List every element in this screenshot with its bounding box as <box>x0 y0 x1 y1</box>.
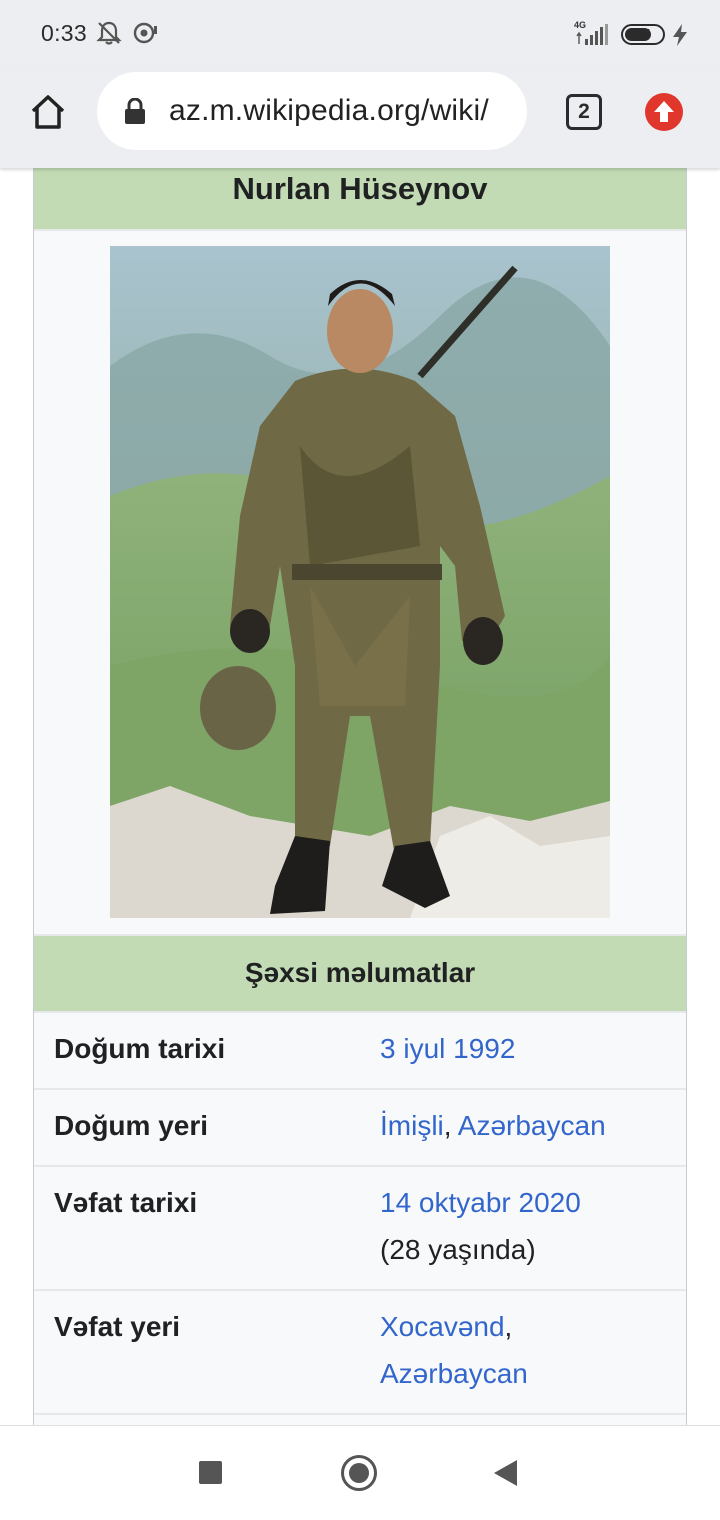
row-value: Xocavənd, Azərbaycan <box>380 1303 528 1397</box>
update-icon[interactable] <box>645 93 683 131</box>
age-note: (28 yaşında) <box>380 1234 536 1265</box>
birth-date-link[interactable]: 3 iyul 1992 <box>380 1033 515 1064</box>
row-label: Vəfat tarixi <box>54 1187 198 1218</box>
status-time: 0:33 <box>41 20 87 46</box>
row-value: 14 oktyabr 2020 (28 yaşında) <box>380 1179 581 1273</box>
battery-level: 65 <box>635 26 651 41</box>
notification-dot-icon <box>132 20 158 51</box>
infobox: Nurlan Hüseynov Şəxsi məlumatlar Doğum t… <box>33 168 687 1425</box>
info-row-birth-date: Doğum tarixi 3 iyul 1992 <box>34 1013 686 1090</box>
signal-icon <box>576 24 610 51</box>
recents-button[interactable] <box>199 1461 222 1484</box>
home-button[interactable] <box>341 1455 377 1491</box>
tabs-icon[interactable]: 2 <box>566 94 602 130</box>
death-place-country-link[interactable]: Azərbaycan <box>380 1358 528 1389</box>
address-bar[interactable]: az.m.wikipedia.org/wiki/ <box>97 72 527 150</box>
browser-toolbar: az.m.wikipedia.org/wiki/ 2 <box>0 66 720 168</box>
separator: , <box>504 1311 513 1342</box>
info-row-birth-place: Doğum yeri İmişli, Azərbaycan <box>34 1090 686 1167</box>
info-row-death-date: Vəfat tarixi 14 oktyabr 2020 (28 yaşında… <box>34 1167 686 1291</box>
row-value: 3 iyul 1992 <box>380 1025 515 1072</box>
portrait-photo[interactable] <box>110 246 610 918</box>
home-icon[interactable] <box>28 92 68 132</box>
birth-place-country-link[interactable]: Azərbaycan <box>458 1110 606 1141</box>
row-value: İmişli, Azərbaycan <box>380 1102 606 1149</box>
death-date-link[interactable]: 14 oktyabr 2020 <box>380 1187 581 1218</box>
row-label: Doğum yeri <box>54 1110 209 1141</box>
back-button[interactable] <box>494 1460 517 1486</box>
death-place-district-link[interactable]: Xocavənd <box>380 1311 505 1342</box>
lock-icon <box>125 97 145 124</box>
mute-notifications-icon <box>96 20 122 51</box>
info-row-death-place: Vəfat yeri Xocavənd, Azərbaycan <box>34 1291 686 1415</box>
infobox-title: Nurlan Hüseynov <box>34 168 686 231</box>
section-header: Şəxsi məlumatlar <box>34 936 686 1013</box>
photo-cell <box>34 231 686 936</box>
birth-place-city-link[interactable]: İmişli <box>380 1110 444 1141</box>
status-bar: 0:33 4G 65 <box>0 0 720 66</box>
separator: , <box>443 1110 452 1141</box>
system-nav-bar <box>0 1425 720 1520</box>
battery-icon: 65 <box>621 24 665 45</box>
url-text[interactable]: az.m.wikipedia.org/wiki/ <box>169 94 489 128</box>
charging-icon <box>672 24 688 51</box>
row-label: Doğum tarixi <box>54 1033 226 1064</box>
row-label: Vəfat yeri <box>54 1311 181 1342</box>
